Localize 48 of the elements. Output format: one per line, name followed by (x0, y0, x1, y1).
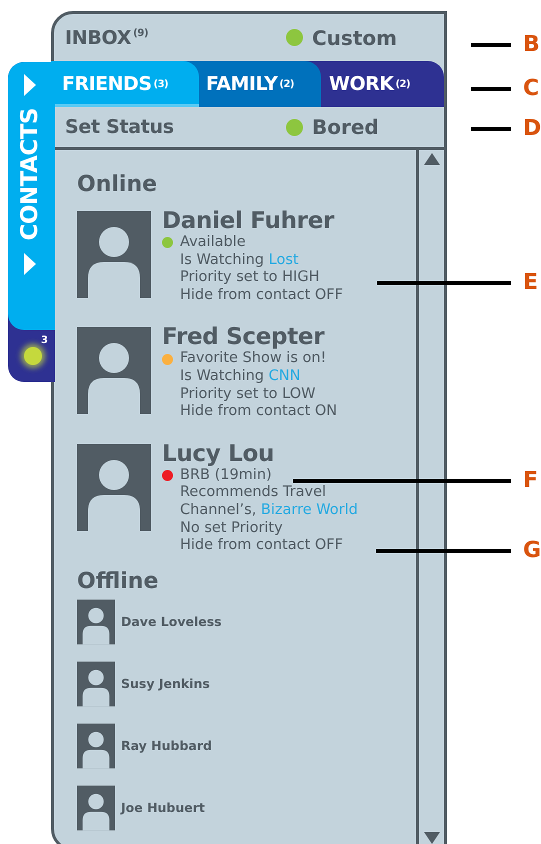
section-heading: Online (77, 172, 158, 198)
contact-name[interactable]: Fred Scepter (162, 324, 338, 350)
category-tab[interactable]: FRIENDS$^{(3)}$ (51, 61, 199, 107)
detail-text: Channel’s, Bizarre World (179, 502, 358, 520)
contact-name[interactable]: Susy Jenkins (121, 676, 210, 692)
avatar-icon (77, 660, 115, 707)
contact-name[interactable]: Dave Loveless (121, 614, 222, 630)
avatar-icon (77, 327, 151, 414)
glow-dot-icon (24, 347, 42, 365)
status-label[interactable]: Custom (312, 26, 397, 50)
callout-letter: D (523, 117, 541, 141)
contact-name[interactable]: Lucy Lou (162, 440, 358, 467)
avatar-icon (77, 444, 151, 531)
status-message: Favorite Show is on! (180, 350, 326, 368)
detail-text: Is Watching CNN (179, 368, 302, 386)
badge-count: 3 (41, 335, 48, 346)
scroll-up-icon (424, 153, 440, 165)
inbox-link[interactable]: INBOX$^{(9)}$ (65, 26, 148, 48)
contact-name[interactable]: Joe Hubuert (121, 800, 205, 816)
avatar-icon (77, 598, 115, 645)
detail-text: Hide from contact OFF (179, 537, 344, 555)
status-message: Available (180, 234, 246, 252)
detail-text: Priority set to HIGH (179, 269, 320, 287)
set-status-label: Set Status (65, 116, 174, 138)
category-tab[interactable]: WORK$^{(2)}$ (321, 61, 444, 107)
avatar-icon (77, 784, 115, 831)
avatar-icon (77, 211, 151, 298)
triangle-icon (24, 74, 36, 96)
detail-text: Recommends Travel (179, 484, 328, 502)
callout-letter: C (523, 77, 540, 101)
triangle-icon (24, 252, 36, 275)
status-message: BRB (19min) (180, 466, 272, 484)
callout-letter: F (523, 469, 538, 493)
detail-text: Hide from contact ON (179, 403, 338, 421)
detail-text: Hide from contact OFF (179, 286, 343, 304)
contact-name[interactable]: Daniel Fuhrer (162, 208, 343, 234)
contacts-side-tab[interactable]: CONTACTS 3 (8, 62, 55, 382)
detail-text: Priority set to LOW (179, 386, 316, 404)
avatar-icon (77, 722, 115, 769)
callout-letter: G (523, 539, 541, 563)
status-value[interactable]: Bored (312, 115, 379, 139)
callout-letter: B (523, 33, 540, 57)
section-heading: Offline (77, 568, 160, 595)
detail-text: No set Priority (179, 520, 284, 538)
callout-letter: E (523, 271, 538, 295)
detail-text: Is Watching Lost (179, 252, 300, 270)
contact-name[interactable]: Ray Hubbard (121, 738, 212, 754)
category-tab[interactable]: FAMILY$^{(2)}$ (199, 61, 321, 107)
